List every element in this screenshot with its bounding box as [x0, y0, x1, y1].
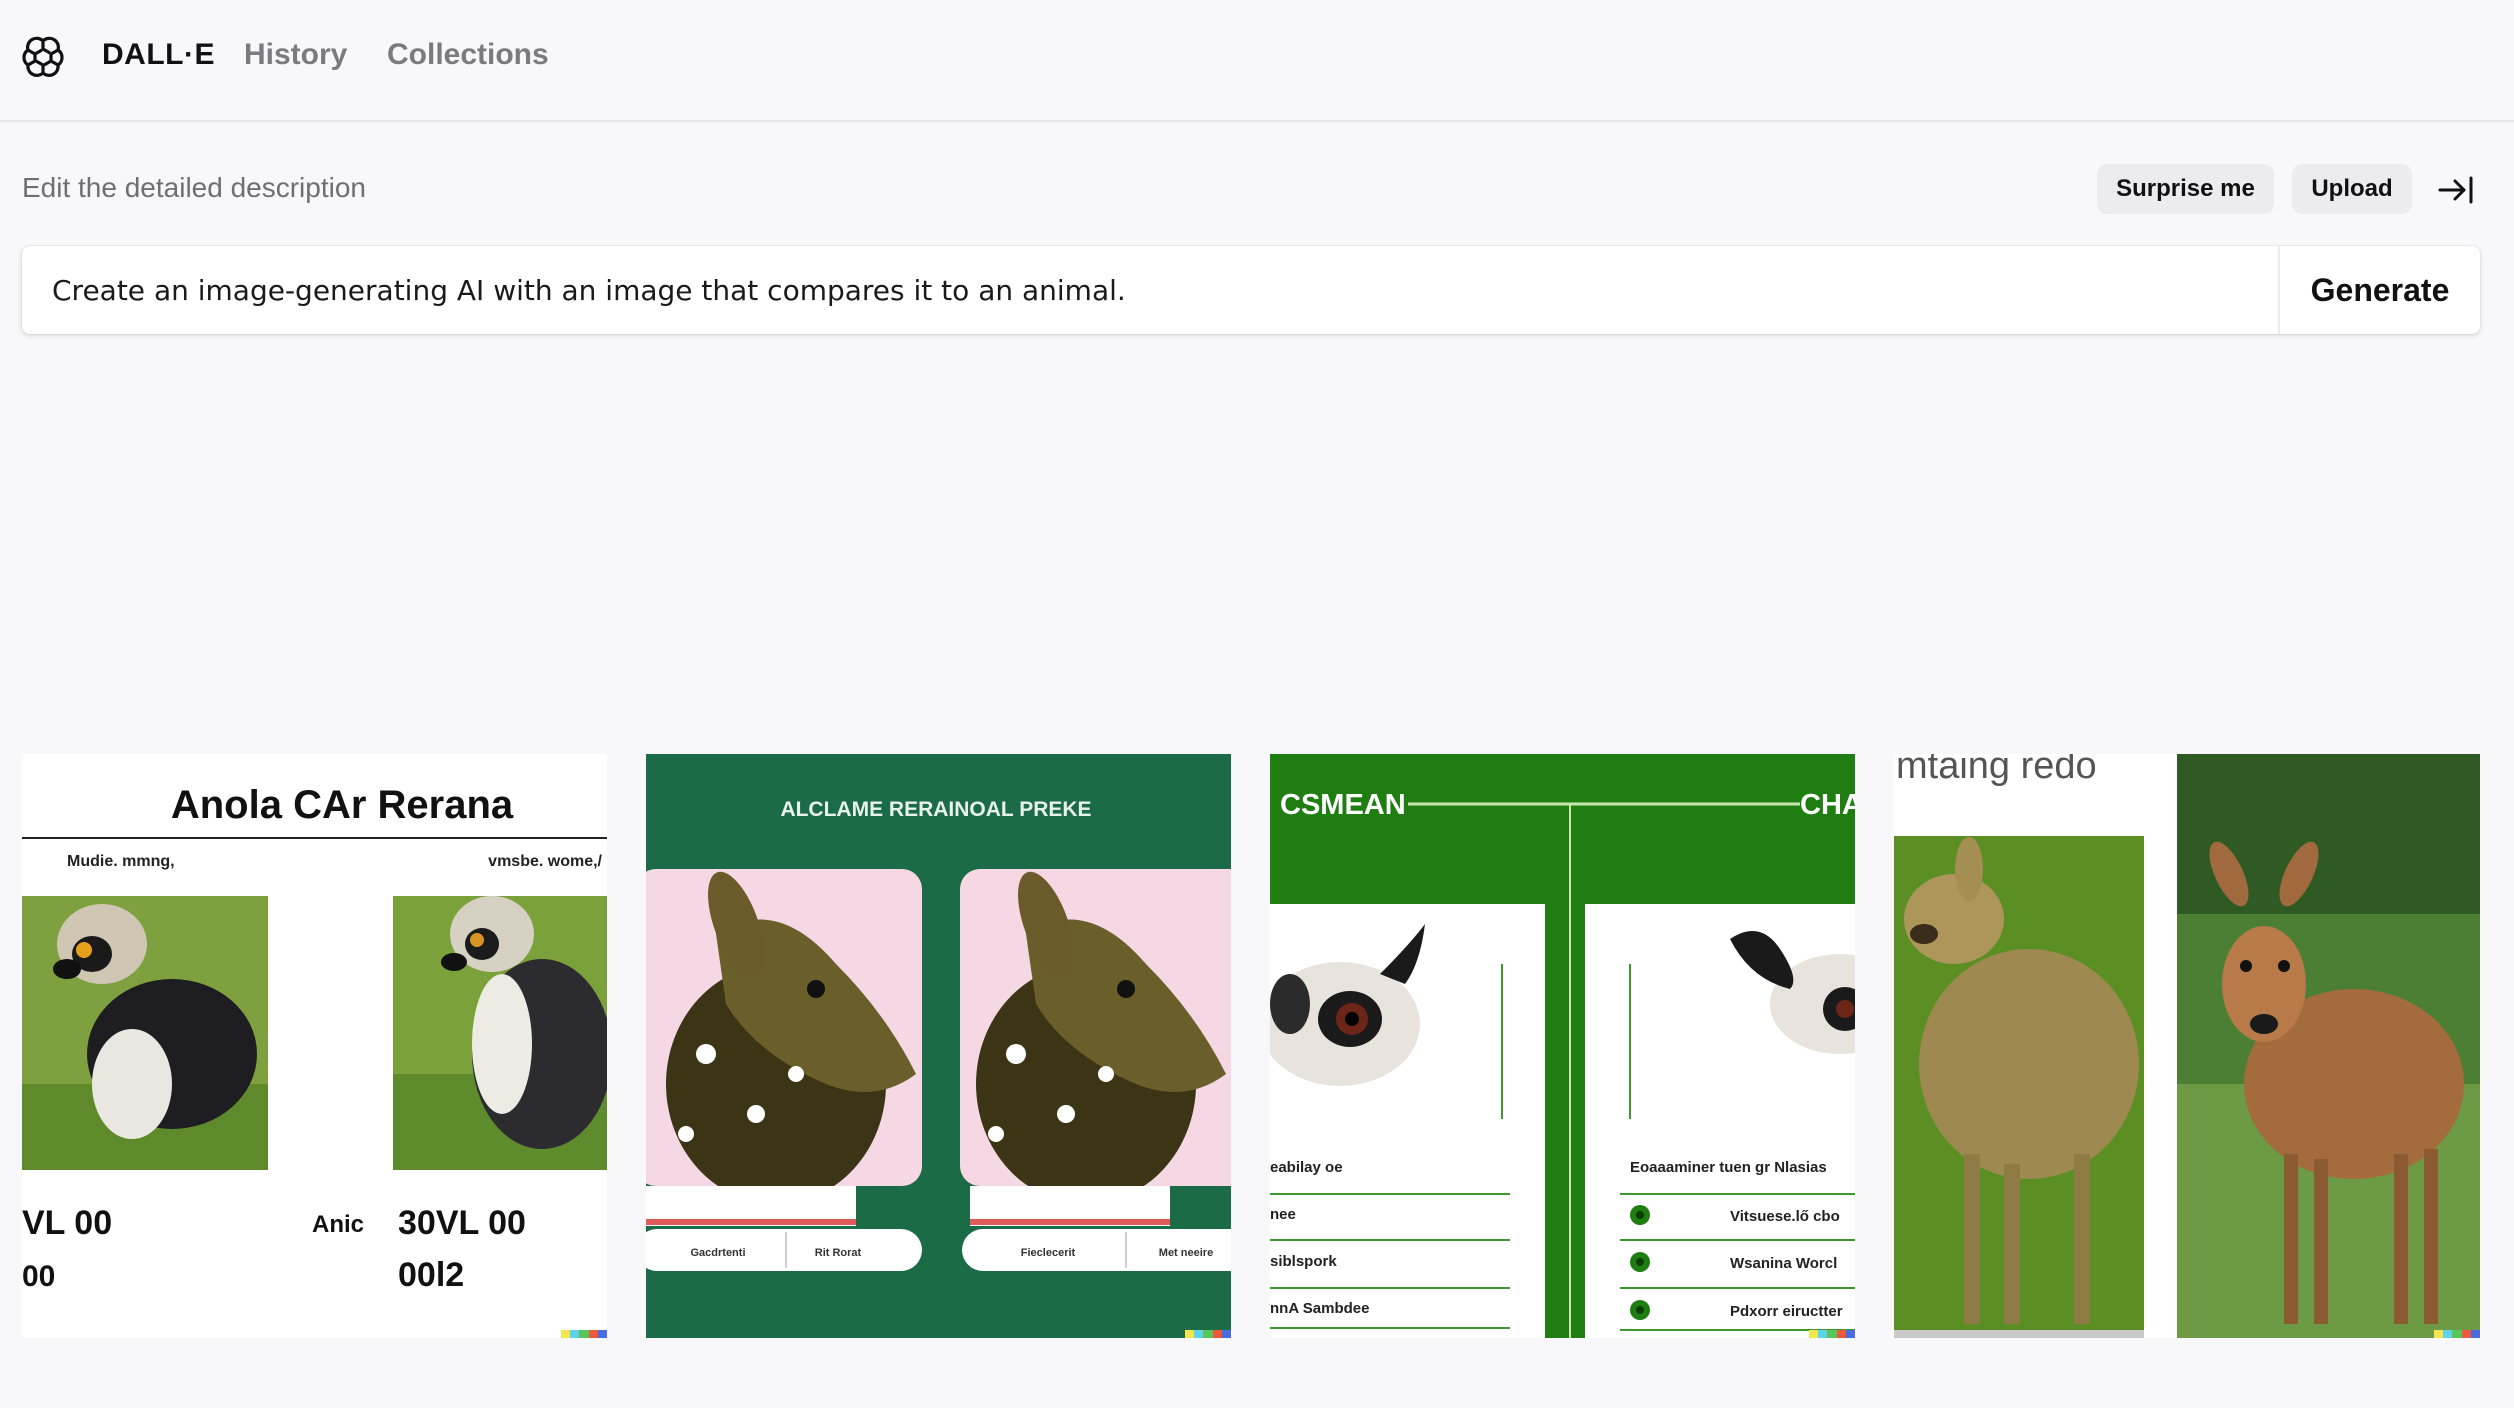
- color-strip: [561, 1330, 607, 1338]
- image-1-title: Anola CAr Rerana: [171, 783, 514, 827]
- generated-image-3[interactable]: CSMEAN CHA eabilay oe nee siblspork nnA …: [1270, 754, 1855, 1338]
- nav-collections[interactable]: Collections: [387, 38, 549, 72]
- image-1-sub-right: vmsbe. wome,/: [488, 853, 602, 870]
- upload-button[interactable]: Upload: [2292, 164, 2412, 214]
- collapse-panel-icon[interactable]: [2436, 172, 2476, 208]
- image-1-bottom-left-1: VL 00: [22, 1204, 112, 1242]
- brand-name[interactable]: DALL·E: [102, 38, 215, 72]
- image-3-right-row-3: Pdxorr eiructter: [1730, 1303, 1843, 1320]
- image-3-right-row-1: Vitsuese.lő cbo: [1730, 1208, 1840, 1225]
- image-2-title: ALCLAME RERAINOAL PREKE: [780, 798, 1091, 821]
- image-3-left-row-4: nnA Sambdee: [1270, 1300, 1369, 1317]
- color-strip: [1809, 1330, 1855, 1338]
- surprise-me-button[interactable]: Surprise me: [2097, 164, 2274, 214]
- image-2-btn-left-2: Rit Rorat: [815, 1247, 862, 1259]
- image-1-bottom-mid: Anic: [312, 1211, 364, 1238]
- prompt-input[interactable]: [50, 246, 2274, 336]
- generate-button[interactable]: Generate: [2278, 246, 2480, 334]
- image-3-right-header: Eoaaaminer tuen gr Nlasias: [1630, 1159, 1827, 1176]
- prompt-label: Edit the detailed description: [22, 172, 366, 203]
- image-1-bottom-left-2: 00: [22, 1260, 55, 1293]
- image-1-bottom-right-1: 30VL 00: [398, 1204, 526, 1242]
- image-2-btn-right-2: Met neeire: [1159, 1247, 1213, 1259]
- image-3-right-row-2: Wsanina Worcl: [1730, 1255, 1837, 1272]
- openai-logo-icon[interactable]: [22, 36, 64, 78]
- nav-history[interactable]: History: [244, 38, 347, 72]
- generated-image-1[interactable]: Anola CAr Rerana Mudie. mmng, vmsbe. wom…: [22, 754, 607, 1338]
- image-3-left-row-1: eabilay oe: [1270, 1159, 1343, 1176]
- top-nav-bar: DALL·E History Collections: [0, 0, 2514, 122]
- color-strip: [2434, 1330, 2480, 1338]
- image-2-btn-left-1: Gacdrtenti: [690, 1247, 745, 1259]
- generated-image-2[interactable]: ALCLAME RERAINOAL PREKE Gacdrtenti Rit R…: [646, 754, 1231, 1338]
- image-3-title-right: CHA: [1800, 789, 1855, 821]
- image-4-caption: mtaing redo: [1896, 754, 2097, 787]
- image-2-btn-right-1: Fieclecerit: [1021, 1247, 1076, 1259]
- image-1-sub-left: Mudie. mmng,: [67, 853, 175, 870]
- prompt-box: Generate: [22, 246, 2480, 336]
- image-3-left-row-3: siblspork: [1270, 1253, 1337, 1270]
- generated-image-4[interactable]: mtaing redo: [1894, 754, 2480, 1338]
- color-strip: [1185, 1330, 1231, 1338]
- image-3-left-row-2: nee: [1270, 1206, 1296, 1223]
- image-3-title-left: CSMEAN: [1280, 789, 1406, 821]
- image-1-bottom-right-2: 00l2: [398, 1256, 464, 1294]
